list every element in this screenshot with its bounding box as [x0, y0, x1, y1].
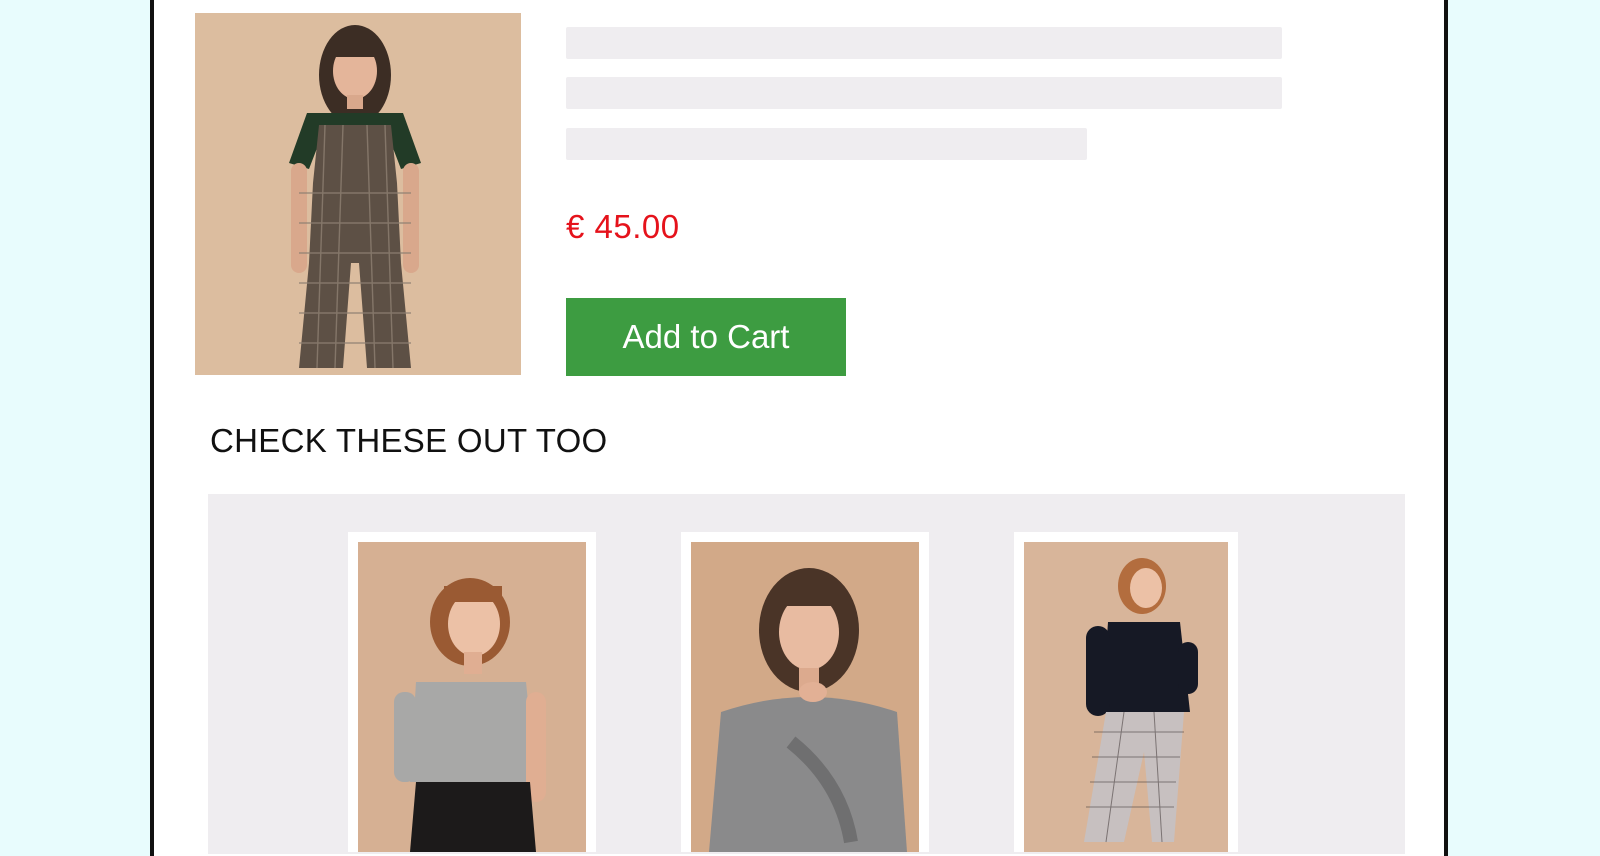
recommendation-image-3 — [1024, 542, 1228, 852]
recommendation-card-2[interactable] — [681, 532, 929, 852]
product-image[interactable] — [195, 13, 521, 375]
description-placeholder-line-2 — [566, 77, 1282, 109]
add-to-cart-button[interactable]: Add to Cart — [566, 298, 846, 376]
recommendation-card-3[interactable] — [1014, 532, 1238, 852]
recommendation-image-1 — [358, 542, 586, 852]
recommendation-image-2 — [691, 542, 919, 852]
product-photo — [195, 13, 521, 375]
recommendations-title: CHECK THESE OUT TOO — [210, 422, 608, 459]
description-placeholder-line-3 — [566, 128, 1087, 160]
recommendation-card-1[interactable] — [348, 532, 596, 852]
description-placeholder-line-1 — [566, 27, 1282, 59]
product-price: € 45.00 — [566, 208, 680, 245]
